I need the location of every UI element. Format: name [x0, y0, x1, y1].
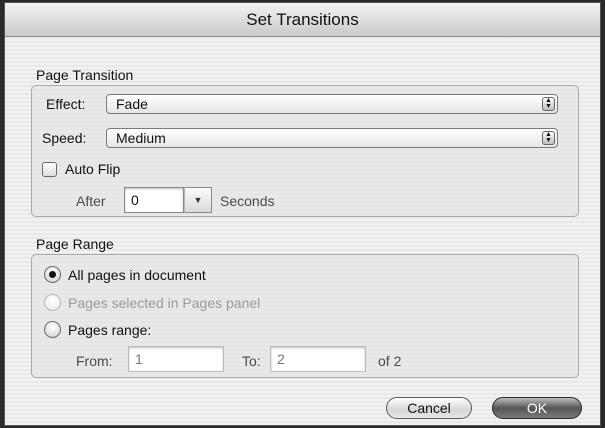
auto-flip-checkbox[interactable]	[42, 162, 57, 177]
speed-label: Speed:	[42, 130, 87, 146]
pages-range-label: Pages range:	[68, 322, 152, 338]
after-label: After	[76, 193, 106, 209]
radio-pages-range[interactable]	[44, 321, 61, 338]
ok-button[interactable]: OK	[492, 397, 582, 419]
to-field[interactable]: 2	[270, 346, 366, 372]
seconds-label: Seconds	[220, 193, 275, 209]
page-range-title: Page Range	[36, 236, 114, 252]
from-label: From:	[76, 353, 113, 369]
up-down-arrows-icon: ▲ ▼	[542, 97, 555, 111]
all-pages-label: All pages in document	[68, 267, 206, 283]
pages-selected-label: Pages selected in Pages panel	[68, 295, 261, 311]
dialog-title: Set Transitions	[5, 3, 600, 37]
page-range-group: All pages in document Pages selected in …	[31, 254, 579, 378]
after-seconds-field[interactable]: 0	[124, 187, 184, 213]
speed-popup[interactable]: Medium ▲ ▼	[106, 128, 558, 148]
effect-popup[interactable]: Fade ▲ ▼	[106, 94, 558, 114]
of-total-label: of 2	[378, 353, 402, 369]
page-transition-group: Effect: Fade ▲ ▼ Speed: Medium ▲ ▼ Auto Fl…	[31, 85, 579, 217]
speed-value: Medium	[116, 130, 166, 146]
to-label: To:	[242, 353, 261, 369]
cancel-button[interactable]: Cancel	[386, 397, 472, 419]
page-transition-title: Page Transition	[36, 67, 134, 83]
radio-pages-selected[interactable]	[44, 294, 61, 311]
set-transitions-dialog: Set Transitions Page Transition Effect: …	[4, 2, 601, 426]
up-down-arrows-icon: ▲ ▼	[542, 131, 555, 145]
from-field[interactable]: 1	[128, 346, 224, 372]
radio-all-pages[interactable]	[44, 266, 61, 283]
auto-flip-label: Auto Flip	[65, 161, 121, 177]
effect-label: Effect:	[46, 96, 86, 112]
triangle-down-icon[interactable]: ▼	[184, 187, 212, 213]
effect-value: Fade	[116, 96, 148, 112]
